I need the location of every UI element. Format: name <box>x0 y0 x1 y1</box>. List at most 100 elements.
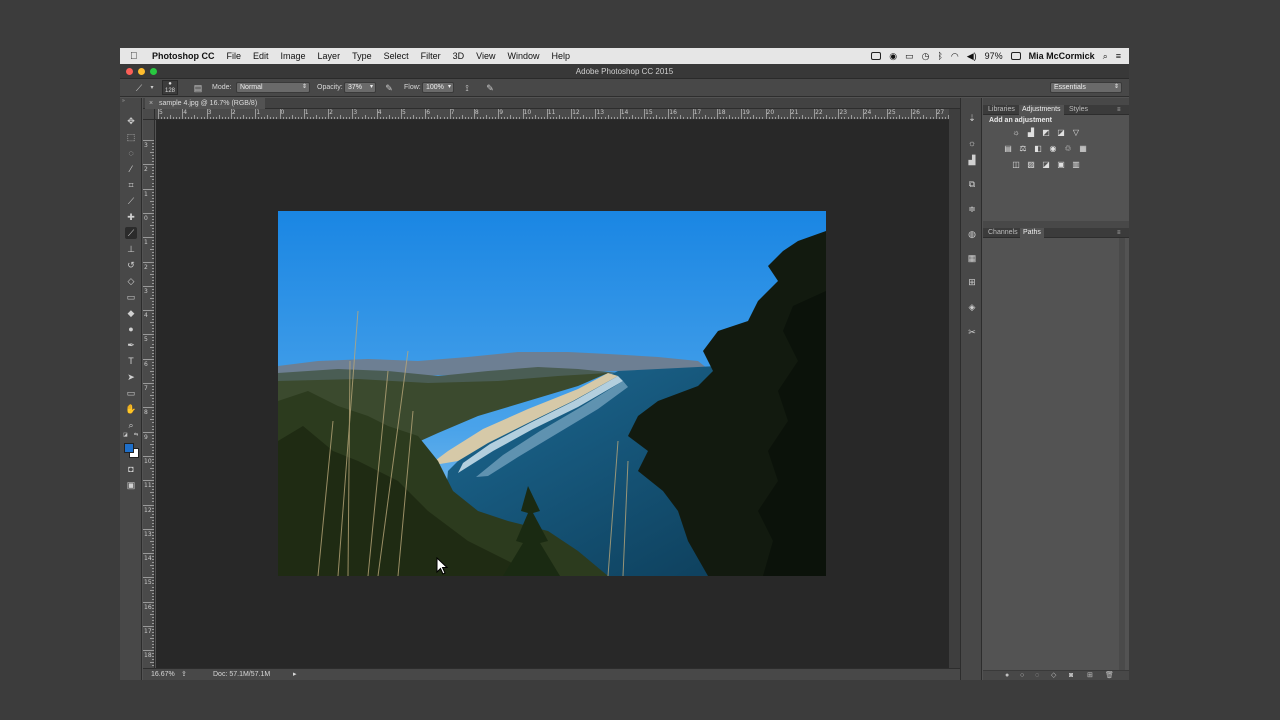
brush-size-swatch[interactable]: ● 128 <box>162 80 178 95</box>
menu-edit[interactable]: Edit <box>247 48 275 64</box>
threshold-icon[interactable]: ◪ <box>1041 160 1051 170</box>
airbrush-icon[interactable]: ⟟ <box>461 82 473 94</box>
document-tab[interactable]: × sample 4.jpg @ 16.7% (RGB/8) <box>145 98 265 109</box>
hand-tool-icon[interactable]: ✋ <box>125 403 137 415</box>
menu-3d[interactable]: 3D <box>447 48 471 64</box>
clone-stamp-tool-icon[interactable]: ⊥ <box>125 243 137 255</box>
color-lookup-icon[interactable]: ▦ <box>1078 144 1088 154</box>
pressure-opacity-icon[interactable]: ✎ <box>383 82 395 94</box>
paths-scrollbar[interactable] <box>1119 238 1125 670</box>
rectangle-tool-icon[interactable]: ▭ <box>125 387 137 399</box>
new-path-icon[interactable]: ⊞ <box>1087 671 1093 680</box>
user-name[interactable]: Mia McCormick <box>1029 51 1095 61</box>
bluetooth-icon[interactable]: ᛒ <box>937 51 942 61</box>
menu-app-name[interactable]: Photoshop CC <box>142 48 221 64</box>
spotlight-icon[interactable]: ⌕ <box>1103 51 1108 62</box>
vertical-ruler[interactable]: 3 2 1 0 1 2 3 4 5 6 7 8 9 10 11 12 13 14 15 16 17 18 <box>143 120 155 668</box>
quick-select-tool-icon[interactable]: ⁄ <box>125 163 137 175</box>
add-mask-icon[interactable]: ◙ <box>1069 671 1073 680</box>
horizontal-ruler[interactable]: 5 4 3 2 1 0 1 2 3 4 5 6 7 8 9 10 11 12 13 14 15 16 17 18 19 20 21 2… <box>155 109 949 120</box>
paths-panel-icon[interactable]: ✂ <box>966 326 978 338</box>
apple-icon[interactable]:  <box>130 51 142 62</box>
document-image[interactable] <box>278 211 826 576</box>
zoom-tool-icon[interactable]: ⌕ <box>125 419 137 431</box>
vibrance-icon[interactable]: ▽ <box>1071 128 1081 138</box>
curves-icon[interactable]: ◩ <box>1041 128 1051 138</box>
canvas-area[interactable] <box>156 120 949 668</box>
pen-tool-icon[interactable]: ✒ <box>125 339 137 351</box>
crop-tool-icon[interactable]: ⌗ <box>125 179 137 191</box>
notification-center-icon[interactable]: ≡ <box>1116 51 1121 61</box>
close-tab-icon[interactable]: × <box>149 98 153 109</box>
swatches-panel-icon[interactable]: ▦ <box>966 252 978 264</box>
brush-panel-icon[interactable]: ▤ <box>192 82 204 94</box>
status-menu-arrow-icon[interactable]: ▸ <box>293 669 297 680</box>
channel-mixer-icon[interactable]: ♲ <box>1063 144 1073 154</box>
brightness-panel-icon[interactable]: ☼ <box>966 137 978 149</box>
color-balance-icon[interactable]: ⚖ <box>1018 144 1028 154</box>
gradient-map-icon[interactable]: ▥ <box>1071 160 1081 170</box>
menu-layer[interactable]: Layer <box>312 48 347 64</box>
mode-select[interactable]: Normal ⇕ <box>236 82 310 93</box>
fill-path-icon[interactable]: ● <box>1005 671 1009 680</box>
menu-window[interactable]: Window <box>501 48 545 64</box>
default-colors-icon[interactable]: ◪ <box>123 432 128 438</box>
posterize-icon[interactable]: ▨ <box>1026 160 1036 170</box>
workspace-select[interactable]: Essentials ⇕ <box>1050 82 1122 93</box>
photo-filter-icon[interactable]: ◉ <box>1048 144 1058 154</box>
preset-dropdown-icon[interactable]: ▾ <box>146 82 158 94</box>
brush-preset-icon[interactable]: ⟋ <box>133 82 145 94</box>
tab-paths[interactable]: Paths <box>1020 228 1044 238</box>
blur-tool-icon[interactable]: ◆ <box>125 307 137 319</box>
wifi-icon[interactable]: ◠ <box>951 51 959 62</box>
spot-heal-tool-icon[interactable]: ✚ <box>125 211 137 223</box>
layers-panel-icon[interactable]: ◈ <box>966 301 978 313</box>
delete-path-icon[interactable]: 🗑 <box>1105 671 1114 680</box>
flow-field[interactable]: 100% ▾ <box>422 82 454 93</box>
collapse-toolbox-icon[interactable]: » <box>122 98 125 104</box>
exposure-icon[interactable]: ◪ <box>1056 128 1066 138</box>
brightness-contrast-icon[interactable]: ☼ <box>1011 128 1021 138</box>
panel-menu-icon[interactable]: ≡ <box>1114 105 1124 115</box>
make-workpath-icon[interactable]: ◇ <box>1051 671 1056 680</box>
menu-filter[interactable]: Filter <box>415 48 447 64</box>
properties-panel-icon[interactable]: ≑ <box>966 203 978 215</box>
selective-color-icon[interactable]: ▣ <box>1056 160 1066 170</box>
clone-source-icon[interactable]: ⧉ <box>966 178 978 190</box>
menu-type[interactable]: Type <box>346 48 378 64</box>
move-tool-icon[interactable]: ✥ <box>125 115 137 127</box>
invert-icon[interactable]: ◫ <box>1011 160 1021 170</box>
color-panel-icon[interactable]: ◍ <box>966 228 978 240</box>
pressure-size-icon[interactable]: ✎ <box>484 82 496 94</box>
volume-icon[interactable]: ◀) <box>967 51 977 62</box>
menu-image[interactable]: Image <box>275 48 312 64</box>
ruler-origin[interactable] <box>143 109 155 120</box>
brush-tool-icon[interactable]: ⟋ <box>125 227 137 239</box>
history-brush-tool-icon[interactable]: ↺ <box>125 259 137 271</box>
lasso-tool-icon[interactable]: ◌ <box>125 147 137 159</box>
swap-colors-icon[interactable]: ⇆ <box>134 432 138 438</box>
menu-select[interactable]: Select <box>378 48 415 64</box>
gradient-tool-icon[interactable]: ▭ <box>125 291 137 303</box>
black-white-icon[interactable]: ◧ <box>1033 144 1043 154</box>
stroke-path-icon[interactable]: ○ <box>1020 671 1024 680</box>
airplay-icon[interactable]: ▭ <box>905 51 914 62</box>
tab-styles[interactable]: Styles <box>1066 105 1091 115</box>
levels-icon[interactable]: ▟ <box>1026 128 1036 138</box>
camera-icon[interactable] <box>871 52 882 60</box>
panel-menu-icon[interactable]: ≡ <box>1114 228 1124 238</box>
time-machine-icon[interactable]: ◷ <box>922 51 930 62</box>
screen-mode-icon[interactable]: ▣ <box>125 479 137 491</box>
dodge-tool-icon[interactable]: ● <box>125 323 137 335</box>
chevron-down-icon[interactable]: ▾ <box>448 83 451 92</box>
history-panel-icon[interactable]: ⇣ <box>966 112 978 124</box>
tab-adjustments[interactable]: Adjustments <box>1019 105 1064 115</box>
paths-panel[interactable] <box>983 238 1129 670</box>
tab-libraries[interactable]: Libraries <box>985 105 1018 115</box>
load-selection-icon[interactable]: ◌ <box>1035 671 1039 680</box>
battery-icon[interactable] <box>1010 52 1021 60</box>
marquee-tool-icon[interactable]: ⬚ <box>125 131 137 143</box>
share-icon[interactable]: ⇪ <box>181 669 187 680</box>
type-tool-icon[interactable]: T <box>125 355 137 367</box>
tab-channels[interactable]: Channels <box>985 228 1021 238</box>
